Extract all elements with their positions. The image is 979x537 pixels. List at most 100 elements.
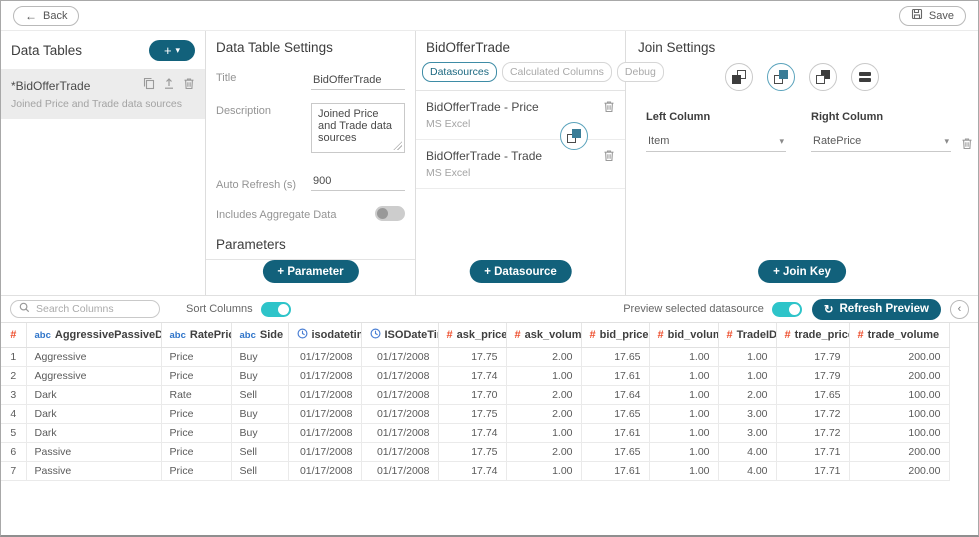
title-input[interactable] <box>311 73 405 90</box>
table-cell: 200.00 <box>849 461 950 481</box>
table-cell: 01/17/2008 <box>361 366 439 386</box>
search-icon <box>19 300 30 318</box>
table-cell: 17.65 <box>776 385 850 405</box>
back-button[interactable]: ← Back <box>13 5 80 26</box>
main-panels: Data Tables + ▾ *BidOfferTrade Joined Pr… <box>1 31 978 296</box>
delete-icon[interactable] <box>603 149 615 179</box>
table-cell: 01/17/2008 <box>288 385 362 405</box>
datasource-item-price[interactable]: BidOfferTrade - Price MS Excel <box>416 91 625 140</box>
duplicate-icon[interactable] <box>143 77 155 95</box>
column-header-ISODateTime[interactable]: ISODateTime <box>361 323 439 348</box>
left-column-select[interactable]: Item ▾ <box>646 133 786 152</box>
left-join-button[interactable] <box>725 63 753 91</box>
column-header-isodatetime[interactable]: isodatetime <box>288 323 362 348</box>
search-columns-field[interactable] <box>10 300 160 318</box>
delete-icon[interactable] <box>183 77 195 95</box>
column-label: isodatetime <box>311 328 361 341</box>
data-table-description: Joined Price and Trade data sources <box>11 98 183 110</box>
table-cell: 17.74 <box>438 461 507 481</box>
column-header-rownum[interactable]: # <box>1 323 27 348</box>
column-header-ask_volume[interactable]: #ask_volume <box>506 323 582 348</box>
table-cell: 17.65 <box>581 347 650 367</box>
table-cell: Rate <box>161 385 232 405</box>
datasource-item-trade[interactable]: BidOfferTrade - Trade MS Excel <box>416 140 625 189</box>
table-row: 6 Passive Price Sell 01/17/2008 01/17/2008 17.… <box>1 442 950 462</box>
add-data-table-button[interactable]: + ▾ <box>149 40 195 61</box>
clock-icon <box>370 328 381 342</box>
column-label: ISODateTime <box>384 328 438 341</box>
table-cell: 2.00 <box>506 347 582 367</box>
table-cell: 2.00 <box>506 404 582 424</box>
column-header-ask_price[interactable]: # ask_price <box>438 323 507 348</box>
right-join-button[interactable] <box>809 63 837 91</box>
preview-toolbar: Sort Columns Preview selected datasource… <box>1 296 978 323</box>
table-cell: 200.00 <box>849 347 950 367</box>
tab-datasources[interactable]: Datasources <box>422 62 497 82</box>
join-settings-title: Join Settings <box>638 40 716 55</box>
column-header-bid_price[interactable]: # bid_price <box>581 323 650 348</box>
collapse-panel-button[interactable]: ‹ <box>950 299 969 319</box>
table-cell: 4.00 <box>718 461 777 481</box>
table-cell: 1.00 <box>649 442 719 462</box>
table-body: 1 Aggressive Price Buy 01/17/2008 01/17/2008 1… <box>1 347 950 481</box>
table-cell: 1 <box>1 347 27 367</box>
preview-datasource-toggle[interactable] <box>771 301 802 317</box>
save-button[interactable]: Save <box>898 5 966 26</box>
column-header-AggressivePassiveDark[interactable]: abcAggressivePassiveDark <box>26 323 162 348</box>
column-header-TradeID[interactable]: # TradeID <box>718 323 777 348</box>
table-cell: 3.00 <box>718 423 777 443</box>
aggregate-data-toggle[interactable] <box>375 206 405 221</box>
app-window: ← Back Save Data Tables + ▾ *BidOfferTra… <box>0 0 979 537</box>
delete-join-key-icon[interactable] <box>961 111 973 155</box>
add-join-key-button[interactable]: + Join Key <box>758 260 846 283</box>
table-cell: 2.00 <box>718 385 777 405</box>
union-button[interactable] <box>851 63 879 91</box>
inner-join-button[interactable] <box>767 63 795 91</box>
description-field-label: Description <box>216 105 272 117</box>
column-header-RatePrice[interactable]: abcRatePrice <box>161 323 232 348</box>
table-cell: Buy <box>231 423 289 443</box>
union-icon <box>859 71 871 83</box>
inner-join-icon <box>774 70 788 84</box>
column-header-Side[interactable]: abc Side <box>231 323 289 348</box>
join-settings-panel: Join Settings Left Column Item ▾ Right C… <box>626 31 978 295</box>
left-join-icon <box>732 70 746 84</box>
column-header-trade_price[interactable]: # trade_price <box>776 323 850 348</box>
data-tables-panel: Data Tables + ▾ *BidOfferTrade Joined Pr… <box>1 31 206 295</box>
table-cell: Price <box>161 442 232 462</box>
column-header-trade_volume[interactable]: # trade_volume <box>849 323 950 348</box>
add-datasource-button[interactable]: + Datasource <box>469 260 572 283</box>
table-cell: 17.61 <box>581 423 650 443</box>
chevron-down-icon: ▾ <box>779 135 784 146</box>
refresh-preview-label: Refresh Preview <box>839 303 930 315</box>
data-table-list-item[interactable]: *BidOfferTrade Joined Price and Trade da… <box>1 69 205 119</box>
table-cell: 01/17/2008 <box>288 442 362 462</box>
refresh-preview-button[interactable]: ↻ Refresh Preview <box>811 298 941 320</box>
export-icon[interactable] <box>163 77 175 95</box>
datasources-tabs: Datasources Calculated Columns Debug <box>416 62 664 91</box>
table-row: 3 Dark Rate Sell 01/17/2008 01/17/2008 17.70 2.… <box>1 385 950 405</box>
table-cell: 1.00 <box>506 423 582 443</box>
table-row: 2 Aggressive Price Buy 01/17/2008 01/17/2008 1… <box>1 366 950 386</box>
right-column-value: RatePrice <box>813 135 862 147</box>
sort-columns-toggle[interactable] <box>260 301 291 317</box>
column-label: ask_price <box>456 328 506 341</box>
tab-calculated-columns[interactable]: Calculated Columns <box>501 62 612 82</box>
add-parameter-button[interactable]: + Parameter <box>262 260 359 283</box>
save-icon <box>911 8 923 23</box>
auto-refresh-label: Auto Refresh (s) <box>216 179 297 191</box>
description-input[interactable]: Joined Price and Trade data sources <box>311 103 405 153</box>
left-column-label: Left Column <box>646 111 711 123</box>
settings-title: Data Table Settings <box>216 40 333 55</box>
search-columns-input[interactable] <box>36 303 151 315</box>
auto-refresh-input[interactable] <box>311 174 405 191</box>
table-cell: 17.75 <box>438 404 507 424</box>
right-column-select[interactable]: RatePrice ▾ <box>811 133 951 152</box>
title-field-label: Title <box>216 72 237 84</box>
chevron-down-icon: ▾ <box>175 45 181 55</box>
column-header-bid_volume[interactable]: #bid_volume <box>649 323 719 348</box>
join-datasources-button[interactable] <box>560 122 588 150</box>
table-cell: 4 <box>1 404 27 424</box>
delete-icon[interactable] <box>603 100 615 130</box>
preview-table: #abcAggressivePassiveDarkabcRatePriceabc… <box>1 323 950 481</box>
